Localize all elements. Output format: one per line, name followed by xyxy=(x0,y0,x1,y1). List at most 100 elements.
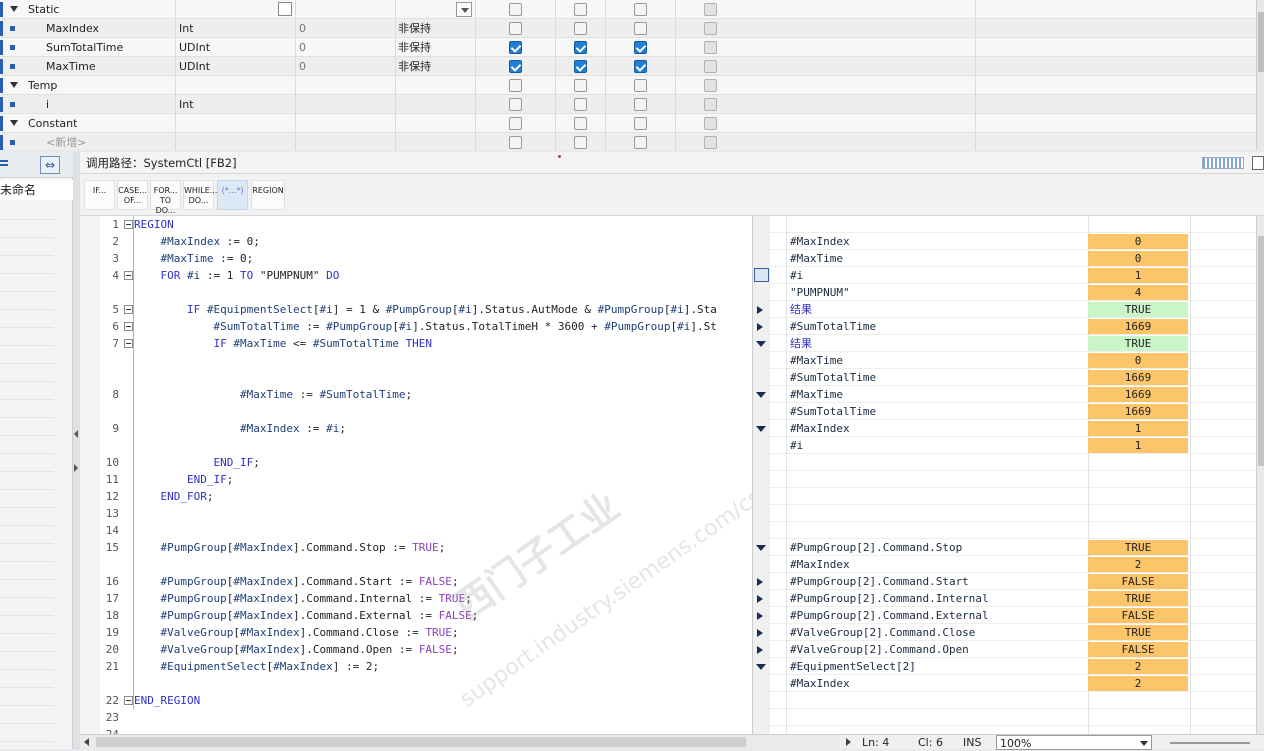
fold-toggle-icon[interactable] xyxy=(124,271,133,280)
attribute-checkbox[interactable] xyxy=(704,79,717,92)
zoom-slider[interactable] xyxy=(1170,742,1250,744)
attribute-checkbox[interactable] xyxy=(509,117,522,130)
attribute-checkbox[interactable] xyxy=(704,22,717,35)
code-text[interactable]: REGION xyxy=(134,216,174,233)
code-line[interactable]: 13 xyxy=(100,505,752,522)
code-text[interactable]: #SumTotalTime := #PumpGroup[#i].Status.T… xyxy=(134,318,716,335)
comment-button[interactable]: (*...*) xyxy=(217,180,248,210)
code-line[interactable]: 10 END_IF; xyxy=(100,454,752,471)
monitor-row[interactable]: #PumpGroup[2].Command.Start FALSE xyxy=(770,573,1256,590)
scroll-right-icon[interactable] xyxy=(846,738,851,746)
code-line[interactable]: 3 #MaxTime := 0; xyxy=(100,250,752,267)
code-line[interactable]: 20 #ValveGroup[#MaxIndex].Command.Open :… xyxy=(100,641,752,658)
code-text[interactable]: #ValveGroup[#MaxIndex].Command.Open := F… xyxy=(134,641,459,658)
interface-row[interactable]: Temp xyxy=(0,76,1256,95)
interface-row[interactable]: MaxTime UDInt 0 非保持 xyxy=(0,57,1256,76)
interface-row[interactable]: Constant xyxy=(0,114,1256,133)
code-line[interactable]: 24 xyxy=(100,726,752,734)
selected-expand-icon[interactable] xyxy=(754,268,769,282)
attribute-checkbox[interactable] xyxy=(509,98,522,111)
attribute-checkbox[interactable] xyxy=(574,60,587,73)
expand-right-icon[interactable] xyxy=(757,323,763,331)
code-line[interactable]: 12 END_FOR; xyxy=(100,488,752,505)
interface-row[interactable]: <新增> xyxy=(0,133,1256,150)
attribute-checkbox[interactable] xyxy=(509,3,522,16)
code-text[interactable]: FOR #i := 1 TO "PUMPNUM" DO xyxy=(134,267,340,284)
collapse-down-icon[interactable] xyxy=(756,664,766,670)
while-button[interactable]: WHILE... DO... xyxy=(183,180,217,210)
monitor-row[interactable]: #MaxTime 1669 xyxy=(770,386,1256,403)
collapse-down-icon[interactable] xyxy=(756,392,766,398)
attribute-checkbox[interactable] xyxy=(634,3,647,16)
code-text[interactable]: #MaxIndex := 0; xyxy=(134,233,260,250)
attribute-checkbox[interactable] xyxy=(634,136,647,149)
code-line[interactable]: 15 #PumpGroup[#MaxIndex].Command.Stop :=… xyxy=(100,539,752,556)
monitor-row[interactable]: #SumTotalTime 1669 xyxy=(770,318,1256,335)
variable-name[interactable]: <新增> xyxy=(46,133,86,150)
retain-setting[interactable]: 非保持 xyxy=(398,57,431,76)
monitor-row[interactable]: #ValveGroup[2].Command.Close TRUE xyxy=(770,624,1256,641)
retain-setting[interactable]: 非保持 xyxy=(398,38,431,57)
variable-name[interactable]: i xyxy=(46,95,49,114)
expand-triangle-icon[interactable] xyxy=(10,120,18,126)
interface-row[interactable]: MaxIndex Int 0 非保持 xyxy=(0,19,1256,38)
attribute-checkbox[interactable] xyxy=(704,136,717,149)
monitor-row[interactable]: #PumpGroup[2].Command.Stop TRUE xyxy=(770,539,1256,556)
attribute-checkbox[interactable] xyxy=(574,117,587,130)
expand-right-icon[interactable] xyxy=(757,646,763,654)
for-button[interactable]: FOR... TO DO... xyxy=(150,180,181,215)
collapse-down-icon[interactable] xyxy=(756,341,766,347)
code-line[interactable]: 17 #PumpGroup[#MaxIndex].Command.Interna… xyxy=(100,590,752,607)
expand-right-icon[interactable] xyxy=(757,612,763,620)
expand-triangle-icon[interactable] xyxy=(10,82,18,88)
attribute-checkbox[interactable] xyxy=(574,41,587,54)
monitor-row[interactable]: #MaxIndex 2 xyxy=(770,556,1256,573)
attribute-checkbox[interactable] xyxy=(704,60,717,73)
monitor-row[interactable]: #MaxIndex 1 xyxy=(770,420,1256,437)
data-type[interactable]: Int xyxy=(179,95,194,114)
attribute-checkbox[interactable] xyxy=(634,117,647,130)
code-line[interactable]: 9 #MaxIndex := #i; xyxy=(100,420,752,437)
collapse-left-icon[interactable] xyxy=(74,430,78,438)
code-text[interactable]: #PumpGroup[#MaxIndex].Command.External :… xyxy=(134,607,479,624)
fold-toggle-icon[interactable] xyxy=(124,339,133,348)
scl-code-editor[interactable]: 1 REGION 2 #MaxIndex := 0; 3 #MaxTime := 0;… xyxy=(100,216,752,734)
monitor-row[interactable]: #MaxIndex 0 xyxy=(770,233,1256,250)
attribute-checkbox[interactable] xyxy=(574,79,587,92)
code-line[interactable]: 8 #MaxTime := #SumTotalTime; xyxy=(100,386,752,403)
default-value[interactable]: 0 xyxy=(299,19,306,38)
attribute-checkbox[interactable] xyxy=(509,22,522,35)
attribute-checkbox[interactable] xyxy=(704,98,717,111)
code-text[interactable]: #PumpGroup[#MaxIndex].Command.Stop := TR… xyxy=(134,539,446,556)
code-line[interactable]: 6 #SumTotalTime := #PumpGroup[#i].Status… xyxy=(100,318,752,335)
overview-icon[interactable] xyxy=(1202,157,1244,169)
attribute-checkbox[interactable] xyxy=(574,22,587,35)
collapse-down-icon[interactable] xyxy=(756,545,766,551)
fold-toggle-icon[interactable] xyxy=(124,305,133,314)
variable-name[interactable]: Constant xyxy=(28,114,77,133)
block-name[interactable]: 未命名 xyxy=(0,180,73,200)
code-text[interactable]: #PumpGroup[#MaxIndex].Command.Start := F… xyxy=(134,573,459,590)
collapse-down-icon[interactable] xyxy=(756,426,766,432)
expand-pane-button[interactable]: ⇔ xyxy=(40,156,60,174)
data-type[interactable]: UDInt xyxy=(179,38,210,57)
code-text[interactable]: #MaxIndex := #i; xyxy=(134,420,346,437)
code-text[interactable]: #EquipmentSelect[#MaxIndex] := 2; xyxy=(134,658,380,675)
default-value[interactable]: 0 xyxy=(299,57,306,76)
scroll-left-icon[interactable] xyxy=(84,738,89,746)
expand-right-icon[interactable] xyxy=(757,629,763,637)
interface-vertical-scrollbar[interactable] xyxy=(1256,0,1264,150)
fold-toggle-icon[interactable] xyxy=(124,322,133,331)
code-line[interactable]: 22 END_REGION xyxy=(100,692,752,709)
monitor-row[interactable]: #i 1 xyxy=(770,437,1256,454)
region-button[interactable]: REGION xyxy=(251,180,285,210)
variable-name[interactable]: MaxIndex xyxy=(46,19,99,38)
monitor-row[interactable]: 结果 TRUE xyxy=(770,335,1256,352)
attribute-checkbox[interactable] xyxy=(634,22,647,35)
monitor-toggle-icon[interactable] xyxy=(1252,156,1264,170)
interface-row[interactable]: Static xyxy=(0,0,1256,19)
monitor-row[interactable]: #SumTotalTime 1669 xyxy=(770,369,1256,386)
scrollbar-thumb[interactable] xyxy=(96,737,746,747)
variable-name[interactable]: SumTotalTime xyxy=(46,38,123,57)
data-type[interactable]: Int xyxy=(179,19,194,38)
